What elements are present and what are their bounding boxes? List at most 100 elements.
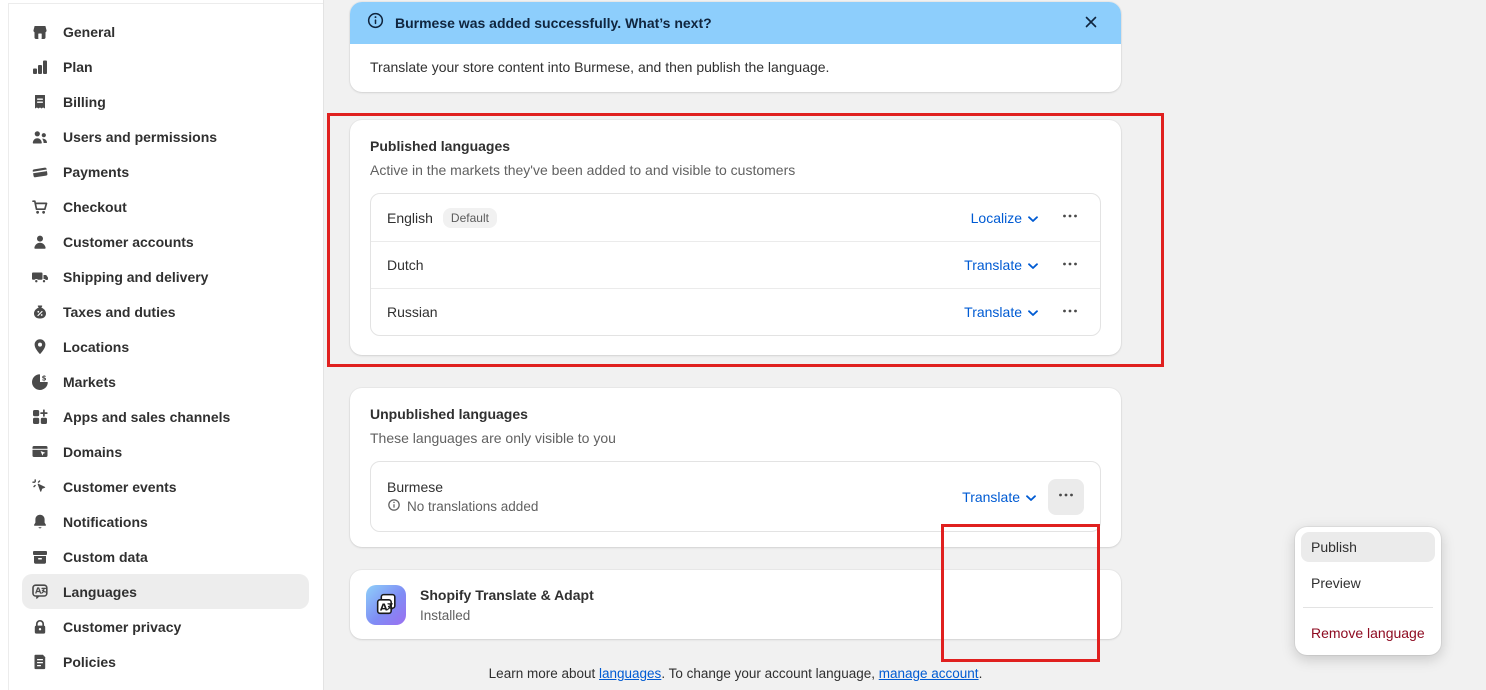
sidebar-item-customer-accounts[interactable]: Customer accounts: [22, 224, 309, 259]
sidebar-item-notifications[interactable]: Notifications: [22, 504, 309, 539]
store-icon: [30, 22, 50, 42]
language-row-russian: Russian Translate: [371, 288, 1100, 335]
app-title: Shopify Translate & Adapt: [420, 587, 594, 603]
overflow-menu-button-open[interactable]: [1048, 479, 1084, 515]
action-label: Translate: [964, 304, 1022, 320]
checkout-cart-icon: [30, 197, 50, 217]
success-banner: Burmese was added successfully. What’s n…: [350, 2, 1121, 92]
sidebar-item-markets[interactable]: $ Markets: [22, 364, 309, 399]
unpublished-languages-title: Unpublished languages: [370, 404, 1101, 424]
sidebar-item-label: Plan: [63, 59, 93, 75]
language-name: Burmese: [387, 479, 538, 495]
language-name: Russian: [387, 304, 438, 320]
sidebar-item-billing[interactable]: Billing: [22, 84, 309, 119]
apps-grid-icon: [30, 407, 50, 427]
menu-item-publish[interactable]: Publish: [1301, 532, 1435, 562]
sidebar-item-label: Customer accounts: [63, 234, 194, 250]
sidebar-item-languages[interactable]: Languages: [22, 574, 309, 609]
sidebar-item-taxes-duties[interactable]: Taxes and duties: [22, 294, 309, 329]
banner-header: Burmese was added successfully. What’s n…: [350, 2, 1121, 44]
sidebar-item-label: Taxes and duties: [63, 304, 176, 320]
main-content: Burmese was added successfully. What’s n…: [350, 0, 1121, 690]
info-icon: [366, 11, 385, 35]
billing-receipt-icon: [30, 92, 50, 112]
banner-title: Burmese was added successfully. What’s n…: [395, 15, 712, 31]
menu-item-preview[interactable]: Preview: [1301, 568, 1435, 598]
translate-adapt-app-icon: A: [366, 585, 406, 625]
sidebar-item-label: Users and permissions: [63, 129, 217, 145]
footer-text: . To change your account language,: [661, 666, 878, 681]
sidebar-item-label: Billing: [63, 94, 106, 110]
sidebar-item-customer-privacy[interactable]: Customer privacy: [22, 609, 309, 644]
banner-close-button[interactable]: [1077, 9, 1105, 37]
published-languages-title: Published languages: [370, 136, 1101, 156]
overflow-menu-button[interactable]: [1056, 298, 1084, 326]
sidebar-item-general[interactable]: General: [22, 14, 309, 49]
users-icon: [30, 127, 50, 147]
language-row-dutch: Dutch Translate: [371, 241, 1100, 288]
payments-card-icon: [30, 162, 50, 182]
customer-events-cursor-icon: [30, 477, 50, 497]
domains-window-icon: [30, 442, 50, 462]
sidebar-item-label: Policies: [63, 654, 116, 670]
footer-text: Learn more about: [489, 666, 599, 681]
sidebar-item-customer-events[interactable]: Customer events: [22, 469, 309, 504]
banner-body-text: Translate your store content into Burmes…: [350, 44, 1121, 92]
sidebar-item-users-permissions[interactable]: Users and permissions: [22, 119, 309, 154]
sidebar-item-payments[interactable]: Payments: [22, 154, 309, 189]
overflow-menu-icon: [1061, 207, 1079, 228]
language-note: No translations added: [387, 498, 538, 515]
settings-languages-screen: General Plan Billing Users and permissio…: [0, 0, 1486, 690]
manage-account-link[interactable]: manage account: [879, 666, 979, 681]
sidebar-item-custom-data[interactable]: Custom data: [22, 539, 309, 574]
sidebar-item-apps-sales-channels[interactable]: Apps and sales channels: [22, 399, 309, 434]
sidebar-item-label: Customer events: [63, 479, 177, 495]
svg-text:A: A: [379, 603, 387, 614]
customer-accounts-icon: [30, 232, 50, 252]
sidebar-item-policies[interactable]: Policies: [22, 644, 309, 679]
translate-button[interactable]: Translate: [962, 489, 1036, 505]
action-label: Localize: [971, 210, 1022, 226]
languages-link[interactable]: languages: [599, 666, 661, 681]
language-row-english: English Default Localize: [371, 194, 1100, 241]
plan-chart-icon: [30, 57, 50, 77]
sidebar-item-locations[interactable]: Locations: [22, 329, 309, 364]
overflow-menu-button[interactable]: [1056, 204, 1084, 232]
custom-data-box-icon: [30, 547, 50, 567]
action-label: Translate: [962, 489, 1020, 505]
chevron-down-icon: [1028, 257, 1038, 273]
action-label: Translate: [964, 257, 1022, 273]
translate-button[interactable]: Translate: [964, 257, 1038, 273]
overflow-menu-icon: [1061, 255, 1079, 276]
overflow-menu-icon: [1061, 302, 1079, 323]
translate-adapt-app-card[interactable]: A Shopify Translate & Adapt Installed: [350, 570, 1121, 639]
languages-icon: [30, 582, 50, 602]
note-text: No translations added: [407, 499, 538, 514]
sidebar-item-label: Languages: [63, 584, 137, 600]
sidebar-item-domains[interactable]: Domains: [22, 434, 309, 469]
language-name: Dutch: [387, 257, 424, 273]
default-badge: Default: [443, 208, 497, 228]
close-icon: [1082, 13, 1100, 34]
locations-pin-icon: [30, 337, 50, 357]
sidebar-item-label: Payments: [63, 164, 129, 180]
translate-button[interactable]: Translate: [964, 304, 1038, 320]
markets-globe-icon: $: [30, 372, 50, 392]
sidebar-item-label: Notifications: [63, 514, 148, 530]
svg-text:$: $: [42, 374, 47, 382]
sidebar-item-label: Customer privacy: [63, 619, 181, 635]
unpublished-languages-card: Unpublished languages These languages ar…: [350, 388, 1121, 547]
menu-item-remove-language[interactable]: Remove language: [1301, 618, 1435, 648]
sidebar-item-shipping-delivery[interactable]: Shipping and delivery: [22, 259, 309, 294]
sidebar-item-label: General: [63, 24, 115, 40]
notifications-bell-icon: [30, 512, 50, 532]
chevron-down-icon: [1026, 489, 1036, 505]
localize-button[interactable]: Localize: [971, 210, 1038, 226]
footer-text: .: [979, 666, 983, 681]
sidebar-item-checkout[interactable]: Checkout: [22, 189, 309, 224]
published-languages-list: English Default Localize: [370, 193, 1101, 336]
sidebar-item-plan[interactable]: Plan: [22, 49, 309, 84]
settings-sidebar: General Plan Billing Users and permissio…: [0, 0, 324, 690]
overflow-menu-button[interactable]: [1056, 251, 1084, 279]
sidebar-item-label: Markets: [63, 374, 116, 390]
